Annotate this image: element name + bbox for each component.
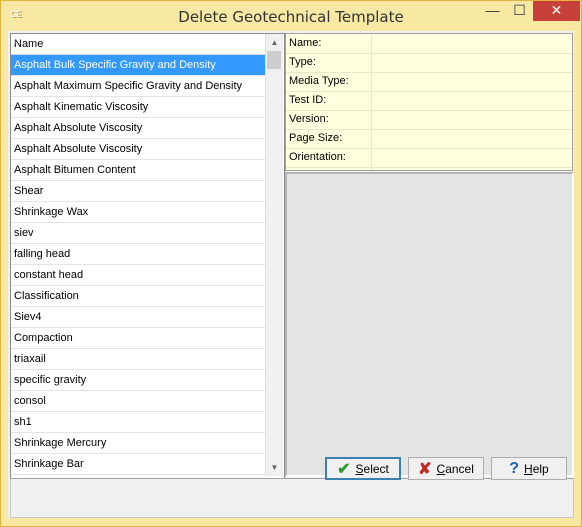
list-item[interactable]: Asphalt Absolute Viscosity (11, 139, 265, 160)
properties-panel: Name: Type: Media Type: Test ID: Version: Pag… (285, 33, 573, 171)
property-label: Version: (289, 113, 329, 125)
dialog-window: GE Delete Geotechnical Template — ☐ ✕ Na… (0, 0, 582, 527)
dialog-client: Name / Asphalt Bulk Specific Gravity and… (8, 31, 574, 518)
close-button[interactable]: ✕ (533, 1, 580, 21)
list-header-name[interactable]: Name / (11, 34, 265, 55)
property-row: Name: (286, 34, 572, 54)
list-item[interactable]: sh1 (11, 412, 265, 433)
list-item[interactable]: Compaction (11, 328, 265, 349)
list-item[interactable]: consol (11, 391, 265, 412)
select-button[interactable]: ✔ Select (325, 457, 401, 480)
list-item[interactable]: falling head (11, 244, 265, 265)
list-item[interactable]: Siev4 (11, 307, 265, 328)
select-button-label: Select (355, 461, 389, 476)
list-rows: Asphalt Bulk Specific Gravity and Densit… (11, 55, 265, 475)
property-label: Page Size: (289, 132, 343, 144)
property-row: Test ID: (286, 91, 572, 111)
property-label: Test ID: (289, 94, 327, 106)
list-item[interactable]: siev (11, 223, 265, 244)
list-item[interactable]: Shrinkage Bar (11, 454, 265, 475)
cancel-button[interactable]: ✘ Cancel (408, 457, 484, 480)
property-label: Media Type: (289, 75, 349, 87)
sort-indicator-icon: / (14, 38, 17, 48)
list-item[interactable]: triaxail (11, 349, 265, 370)
x-icon: ✘ (418, 460, 432, 478)
list-item[interactable]: Asphalt Maximum Specific Gravity and Den… (11, 76, 265, 97)
help-button[interactable]: ? Help (491, 457, 567, 480)
list-item[interactable]: Asphalt Kinematic Viscosity (11, 97, 265, 118)
question-icon: ? (509, 459, 520, 477)
list-item[interactable]: Shrinkage Wax (11, 202, 265, 223)
list-item[interactable]: Asphalt Bitumen Content (11, 160, 265, 181)
property-label: Orientation: (289, 151, 346, 163)
minimize-button[interactable]: — (479, 1, 506, 21)
list-item[interactable]: Shrinkage Mercury (11, 433, 265, 454)
property-row: Version: (286, 110, 572, 130)
list-header-label: Name (14, 38, 44, 50)
list-item[interactable]: specific gravity (11, 370, 265, 391)
title-bar[interactable]: GE Delete Geotechnical Template — ☐ ✕ (1, 1, 581, 31)
check-icon: ✔ (337, 460, 351, 478)
template-list[interactable]: Name / Asphalt Bulk Specific Gravity and… (10, 33, 285, 479)
list-item[interactable]: constant head (11, 265, 265, 286)
button-bar (10, 478, 574, 518)
property-row: Type: (286, 53, 572, 73)
scroll-down-icon[interactable]: ▼ (266, 459, 283, 476)
help-button-label: Help (524, 461, 549, 476)
maximize-button[interactable]: ☐ (506, 1, 533, 21)
vertical-scrollbar[interactable]: ▲ ▼ (265, 34, 283, 476)
template-preview (285, 172, 574, 477)
property-label: Type: (289, 56, 316, 68)
list-item[interactable]: Shear (11, 181, 265, 202)
property-row: Orientation: (286, 148, 572, 168)
list-item[interactable]: Asphalt Absolute Viscosity (11, 118, 265, 139)
scroll-thumb[interactable] (267, 51, 281, 69)
property-row: Page Size: (286, 129, 572, 149)
property-label: Name: (289, 37, 322, 49)
list-item[interactable]: Asphalt Bulk Specific Gravity and Densit… (11, 55, 265, 76)
list-item[interactable]: Classification (11, 286, 265, 307)
cancel-button-label: Cancel (436, 461, 474, 476)
property-row: Media Type: (286, 72, 572, 92)
scroll-up-icon[interactable]: ▲ (266, 34, 283, 51)
